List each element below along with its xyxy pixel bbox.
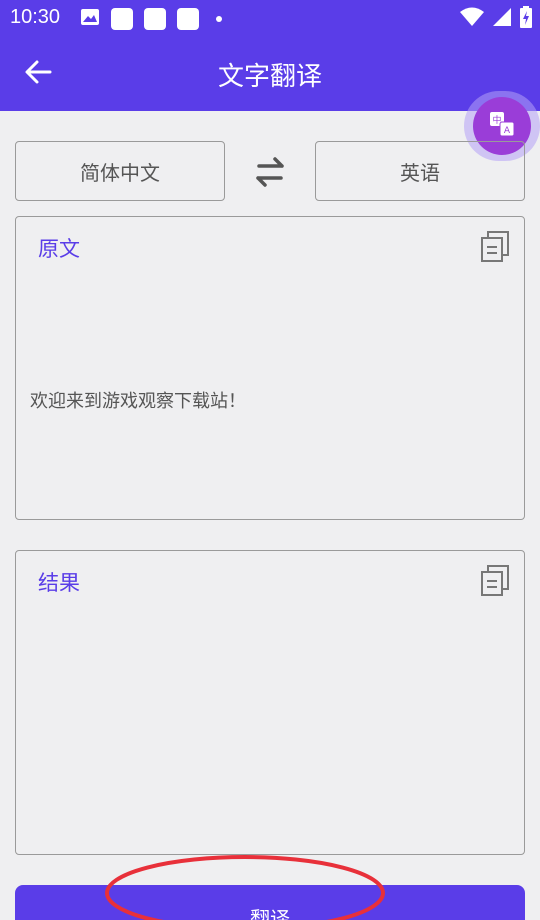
result-label: 结果 — [38, 571, 80, 595]
signal-icon — [492, 7, 512, 31]
translate-button[interactable]: 翻译 — [15, 885, 525, 920]
source-text[interactable]: 欢迎来到游戏观察下载站！ — [30, 387, 246, 413]
status-time: 10:30 — [10, 6, 61, 28]
notification-icon — [177, 8, 199, 30]
battery-icon — [520, 6, 532, 32]
wifi-icon — [460, 7, 484, 31]
app-toolbar: 文字翻译 — [0, 36, 540, 111]
copy-icon — [480, 231, 510, 267]
notification-icon — [144, 8, 166, 30]
swap-arrows-icon — [250, 157, 290, 196]
source-label: 原文 — [38, 237, 80, 261]
copy-source-button[interactable] — [480, 231, 510, 263]
page-title: 文字翻译 — [217, 62, 322, 92]
system-icons — [460, 6, 532, 32]
more-notifications-icon — [216, 16, 222, 22]
notification-icons — [80, 7, 222, 31]
swap-languages-button[interactable] — [250, 152, 290, 192]
result-text-panel[interactable]: 结果 — [15, 550, 525, 855]
copy-result-button[interactable] — [480, 565, 510, 597]
translate-icon: 中 A — [489, 111, 515, 141]
target-language-select[interactable]: 英语 — [315, 141, 525, 201]
source-text-panel[interactable]: 原文 欢迎来到游戏观察下载站！ — [15, 216, 525, 520]
notification-icon — [111, 8, 133, 30]
svg-text:A: A — [504, 126, 511, 136]
copy-icon — [480, 565, 510, 601]
status-bar: 10:30 — [0, 0, 540, 36]
image-icon — [80, 7, 100, 31]
source-language-select[interactable]: 简体中文 — [15, 141, 225, 201]
